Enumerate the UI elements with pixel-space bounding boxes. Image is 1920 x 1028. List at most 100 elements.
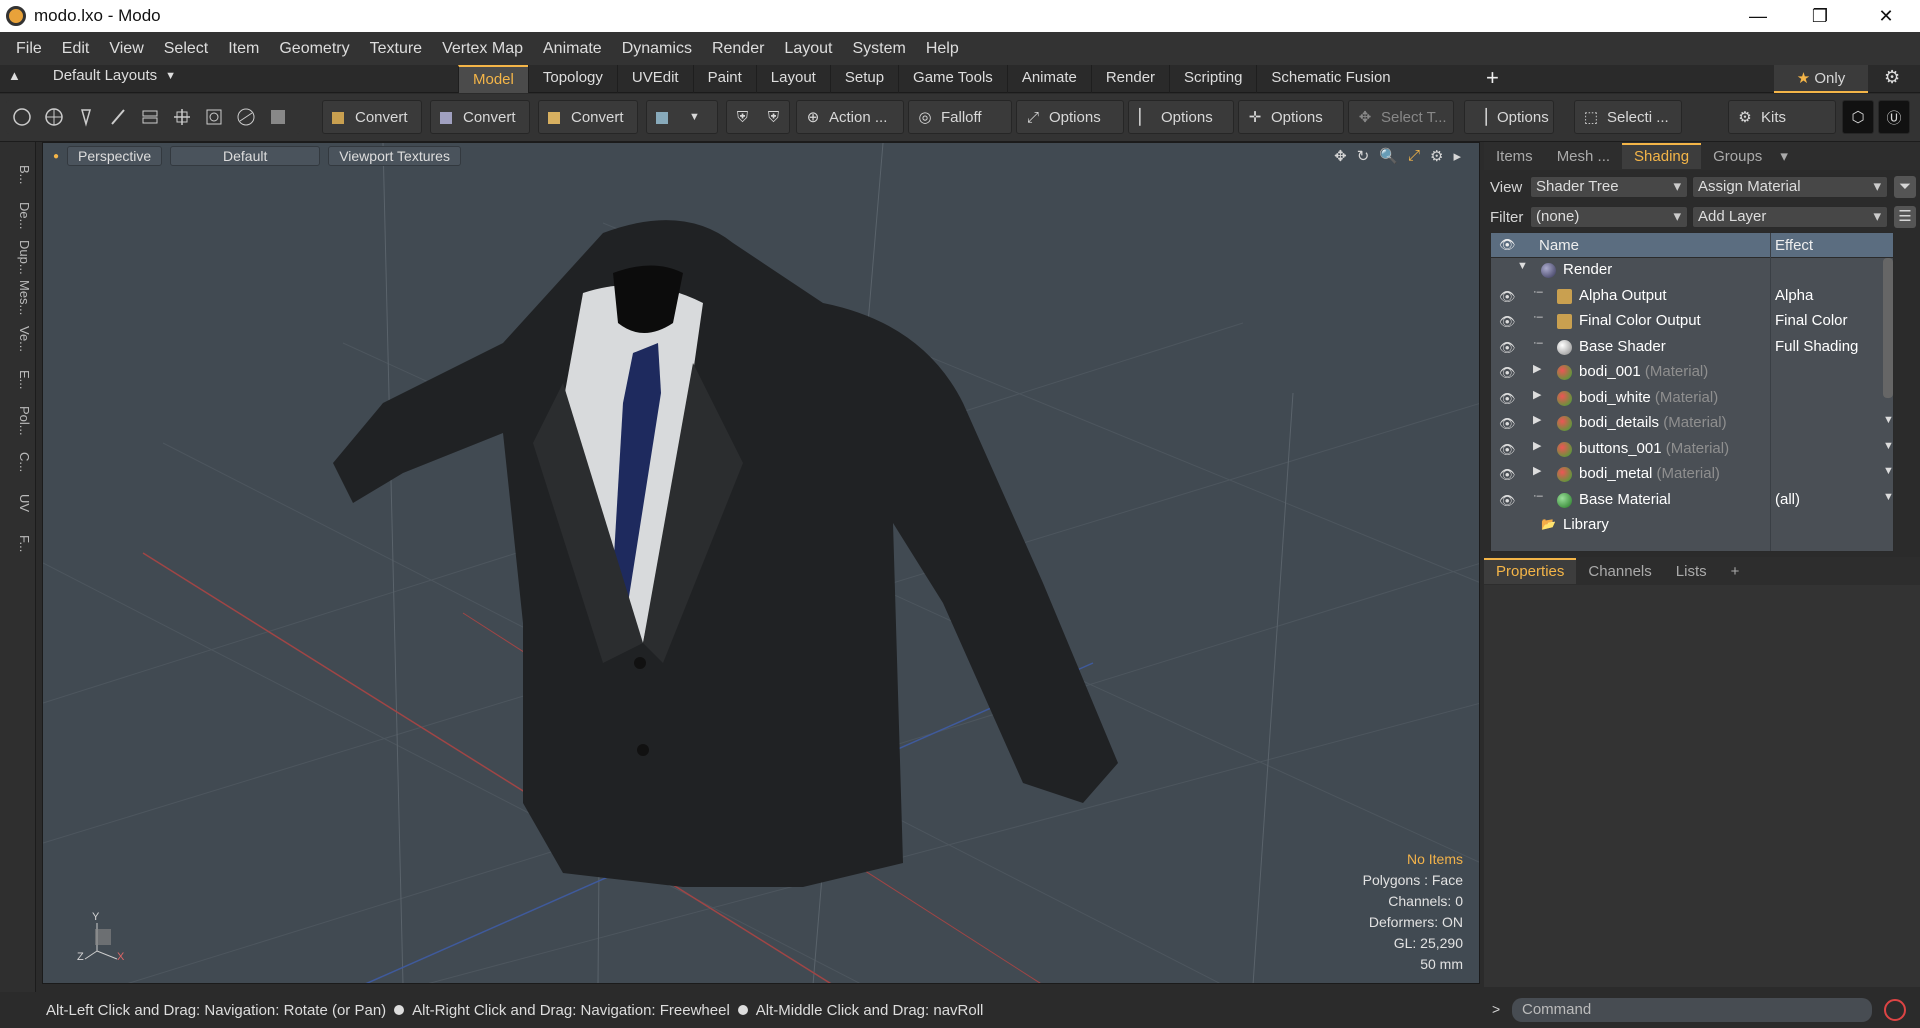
shader-tree-row[interactable]: 👁▶bodi_white (Material)▼	[1491, 386, 1894, 412]
selection-sets-button[interactable]: ⬚ Selecti ...	[1574, 100, 1682, 134]
side-tab-8[interactable]: UV	[4, 484, 32, 522]
side-tab-2[interactable]: Dup...	[4, 238, 32, 276]
shader-tree-row[interactable]: 👁▶bodi_001 (Material)▼	[1491, 360, 1894, 386]
default-style-dropdown[interactable]: Default	[170, 146, 321, 166]
menu-animate[interactable]: Animate	[533, 40, 612, 58]
viewport-menu-arrow-icon[interactable]: ▸	[1453, 147, 1461, 165]
shader-tree-row[interactable]: 👁·–Final Color OutputFinal Color▼	[1491, 309, 1894, 335]
menu-dynamics[interactable]: Dynamics	[612, 40, 702, 58]
globe-icon[interactable]	[44, 107, 64, 127]
side-tab-1[interactable]: De...	[4, 197, 32, 235]
panel-tab-shading[interactable]: Shading	[1622, 143, 1702, 169]
zoom-icon[interactable]: 🔍	[1379, 147, 1398, 165]
convert-button-2[interactable]: Convert	[430, 100, 530, 134]
only-button[interactable]: ★ Only	[1774, 65, 1868, 93]
tree-scrollbar[interactable]	[1883, 258, 1893, 398]
minimize-button[interactable]: —	[1732, 0, 1784, 32]
viewport-textures-dropdown[interactable]: Viewport Textures	[328, 146, 461, 166]
tab-topology[interactable]: Topology	[527, 65, 617, 93]
menu-edit[interactable]: Edit	[52, 40, 100, 58]
side-tab-0[interactable]: B...	[4, 156, 32, 194]
tab-uvedit[interactable]: UVEdit	[616, 65, 693, 93]
visibility-eye-icon[interactable]: 👁	[1499, 493, 1516, 509]
lower-tab-channels[interactable]: Channels	[1576, 563, 1663, 580]
tab-schematic-fusion[interactable]: Schematic Fusion	[1256, 65, 1404, 93]
visibility-eye-icon[interactable]: 👁	[1499, 365, 1516, 381]
tab-game-tools[interactable]: Game Tools	[898, 65, 1007, 93]
viewport-gear-icon[interactable]: ⚙	[1430, 147, 1443, 165]
assign-material-dropdown[interactable]: Assign Material	[1692, 176, 1888, 198]
collapse-arrow-icon[interactable]: ▶	[1533, 362, 1541, 375]
menu-select[interactable]: Select	[154, 40, 218, 58]
convert-button-3[interactable]: Convert	[538, 100, 638, 134]
effect-dropdown-arrow-icon[interactable]: ▼	[1883, 491, 1894, 503]
panel-tab-items[interactable]: Items	[1484, 148, 1545, 165]
tab-layout[interactable]: Layout	[755, 65, 830, 93]
tree-item-effect[interactable]: (all)	[1775, 491, 1800, 508]
panel-tab-mesh[interactable]: Mesh ...	[1545, 148, 1622, 165]
panel-tab-more-icon[interactable]: ▾	[1774, 147, 1794, 165]
side-tab-6[interactable]: Pol...	[4, 402, 32, 440]
expand-arrow-icon[interactable]: ▼	[1517, 260, 1528, 272]
add-layer-dropdown[interactable]: Add Layer	[1692, 206, 1888, 228]
panel-tab-groups[interactable]: Groups	[1701, 148, 1774, 165]
cube-icon[interactable]	[268, 107, 288, 127]
menu-texture[interactable]: Texture	[360, 40, 432, 58]
move-icon[interactable]: ✥	[1334, 147, 1347, 165]
rotate-icon[interactable]: ↻	[1357, 147, 1370, 165]
tab-scripting[interactable]: Scripting	[1169, 65, 1256, 93]
tab-render[interactable]: Render	[1090, 65, 1169, 93]
perspective-dropdown[interactable]: Perspective	[67, 146, 163, 166]
list-options-icon[interactable]: ☰	[1894, 206, 1916, 228]
brush-icon[interactable]	[108, 107, 128, 127]
edge-mode-icon[interactable]	[140, 107, 160, 127]
options-button-2[interactable]: ▏ Options	[1128, 100, 1234, 134]
vertex-mode-icon[interactable]	[12, 107, 32, 127]
close-button[interactable]: ✕	[1860, 0, 1912, 32]
maximize-icon[interactable]: ⤢	[1408, 147, 1420, 165]
visibility-eye-icon[interactable]: 👁	[1499, 391, 1516, 407]
primitive-dropdown[interactable]: ▼	[646, 100, 718, 134]
options-button-1[interactable]: ⤢ Options	[1016, 100, 1124, 134]
side-tab-5[interactable]: E...	[4, 361, 32, 399]
shader-tree-row[interactable]: 👁 ▶ bodi_details (Material) ▼	[1491, 411, 1894, 437]
tab-model[interactable]: Model	[458, 65, 528, 93]
unity-icon[interactable]: ⬡	[1842, 100, 1874, 134]
menu-item[interactable]: Item	[218, 40, 269, 58]
tab-animate[interactable]: Animate	[1006, 65, 1091, 93]
record-icon[interactable]	[1884, 999, 1906, 1021]
polygon-mode-icon[interactable]	[172, 107, 192, 127]
view-dropdown[interactable]: Shader Tree	[1530, 176, 1688, 198]
gear-icon[interactable]: ⚙	[1884, 67, 1900, 88]
collapse-arrow-icon[interactable]: ▶	[1533, 413, 1541, 426]
material-mode-icon[interactable]	[236, 107, 256, 127]
add-tab-icon[interactable]: +	[1719, 563, 1752, 580]
effect-dropdown-arrow-icon[interactable]: ▼	[1883, 440, 1894, 452]
shader-tree-row[interactable]: 📂 Library	[1491, 513, 1893, 539]
item-mode-icon[interactable]	[204, 107, 224, 127]
visibility-eye-icon[interactable]: 👁	[1499, 289, 1516, 305]
shader-tree-row[interactable]: 👁·–Alpha OutputAlpha▼	[1491, 284, 1894, 310]
kits-button[interactable]: ⚙ Kits	[1728, 100, 1836, 134]
shader-tree-row[interactable]: 👁 ▶ buttons_001 (Material) ▼	[1491, 437, 1894, 463]
shader-tree-row[interactable]: 👁 ▶ bodi_metal (Material) ▼	[1491, 462, 1894, 488]
action-center-button[interactable]: ⊕ Action ...	[796, 100, 904, 134]
3d-viewport[interactable]: ● Perspective Default Viewport Textures …	[42, 142, 1480, 984]
filter-dropdown[interactable]: (none)	[1530, 206, 1688, 228]
collapse-arrow-icon[interactable]: ▶	[1533, 388, 1541, 401]
visibility-eye-icon[interactable]: 👁	[1499, 467, 1516, 483]
side-tab-3[interactable]: Mes...	[4, 279, 32, 317]
menu-layout[interactable]: Layout	[774, 40, 842, 58]
visibility-eye-icon[interactable]: 👁	[1499, 314, 1516, 330]
options-button-4[interactable]: ▕ Options	[1464, 100, 1554, 134]
menu-geometry[interactable]: Geometry	[269, 40, 359, 58]
options-button-3[interactable]: ✛ Options	[1238, 100, 1344, 134]
convert-button-1[interactable]: Convert	[322, 100, 422, 134]
visibility-eye-icon[interactable]: 👁	[1499, 340, 1516, 356]
side-tab-7[interactable]: C...	[4, 443, 32, 481]
collapse-arrow-icon[interactable]: ▶	[1533, 439, 1541, 452]
falloff-button[interactable]: ◎ Falloff	[908, 100, 1012, 134]
menu-system[interactable]: System	[842, 40, 915, 58]
tab-setup[interactable]: Setup	[829, 65, 898, 93]
add-tab-icon[interactable]: +	[1486, 65, 1499, 91]
